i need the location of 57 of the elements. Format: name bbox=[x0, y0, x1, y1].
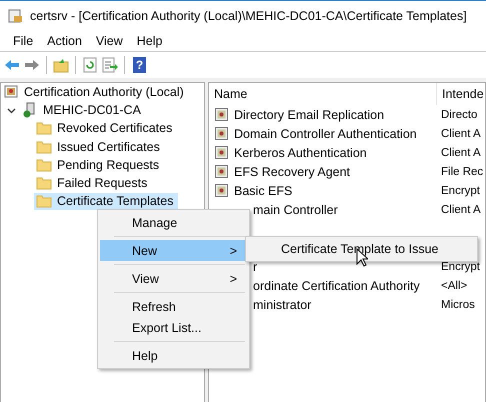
template-name: Directory Email Replication bbox=[234, 108, 384, 122]
template-icon bbox=[214, 164, 230, 180]
menu-option[interactable]: View > bbox=[100, 268, 247, 289]
template-icon bbox=[214, 144, 230, 160]
tree-item[interactable]: Certification Authority (Local) bbox=[1, 84, 188, 101]
back-arrow-icon[interactable] bbox=[4, 57, 20, 73]
tree-item[interactable]: Revoked Certificates bbox=[34, 120, 176, 137]
template-name: ministrator bbox=[253, 298, 312, 312]
tree-item[interactable]: Certificate Templates bbox=[34, 192, 178, 210]
window-title: certsrv - [Certification Authority (Local)\MEHIC-DC01-CA\Certificate Templates] bbox=[30, 8, 467, 22]
template-name: EFS Recovery Agent bbox=[234, 164, 350, 178]
intended-purpose: File Rec bbox=[440, 166, 484, 178]
column-header[interactable]: Name bbox=[209, 87, 436, 101]
menu-item[interactable]: Action bbox=[40, 34, 89, 48]
refresh-icon[interactable] bbox=[82, 57, 98, 73]
folder-up-icon[interactable] bbox=[53, 57, 69, 73]
intended-purpose: Client A bbox=[440, 128, 481, 140]
folder-icon bbox=[36, 138, 52, 155]
template-name: r bbox=[253, 260, 258, 274]
menu-item[interactable]: Help bbox=[130, 34, 170, 48]
intended-purpose: Encrypt bbox=[440, 260, 480, 272]
menu-option[interactable]: Export List... bbox=[100, 317, 247, 338]
template-name: main Controller bbox=[253, 202, 338, 216]
folder-icon bbox=[36, 120, 52, 136]
template-name: Domain Controller Authentication bbox=[234, 126, 417, 140]
intended-purpose: <All> bbox=[440, 280, 468, 292]
menu-option[interactable]: Manage bbox=[100, 212, 247, 233]
menu-item[interactable]: File bbox=[6, 34, 40, 48]
template-icon bbox=[214, 182, 230, 198]
folder-icon bbox=[36, 156, 52, 173]
menu-item[interactable]: View bbox=[88, 34, 130, 48]
folder-icon bbox=[36, 193, 52, 210]
template-name: ordinate Certification Authority bbox=[253, 278, 420, 292]
forward-arrow-icon[interactable] bbox=[24, 57, 40, 73]
tree-item[interactable]: MEHIC-DC01-CA bbox=[20, 102, 145, 119]
help-button[interactable]: ? bbox=[133, 57, 146, 73]
app-icon bbox=[8, 8, 24, 24]
tree-item[interactable]: Issued Certificates bbox=[34, 138, 164, 156]
intended-purpose: Micros bbox=[440, 298, 475, 310]
menu-option[interactable]: New > bbox=[100, 240, 247, 261]
menu-option[interactable]: Certificate Template to Issue bbox=[248, 239, 475, 259]
tree-item[interactable]: Failed Requests bbox=[34, 174, 152, 192]
menu-option[interactable]: Refresh bbox=[100, 296, 247, 317]
template-name: Basic EFS bbox=[234, 184, 292, 198]
template-name: Kerberos Authentication bbox=[234, 146, 367, 160]
menu-option[interactable]: Help bbox=[100, 345, 247, 366]
folder-icon bbox=[36, 175, 52, 192]
intended-purpose: Encrypt bbox=[440, 184, 480, 196]
tree-item[interactable]: Pending Requests bbox=[34, 156, 164, 174]
template-icon bbox=[214, 106, 230, 122]
export-list-icon[interactable] bbox=[102, 57, 118, 73]
intended-purpose: Client A bbox=[440, 204, 481, 216]
template-icon bbox=[214, 126, 230, 142]
column-header[interactable]: Intende bbox=[437, 87, 485, 101]
expand-chevron-icon[interactable] bbox=[7, 106, 16, 115]
intended-purpose: Client A bbox=[440, 146, 481, 158]
intended-purpose: Directo bbox=[440, 108, 478, 120]
